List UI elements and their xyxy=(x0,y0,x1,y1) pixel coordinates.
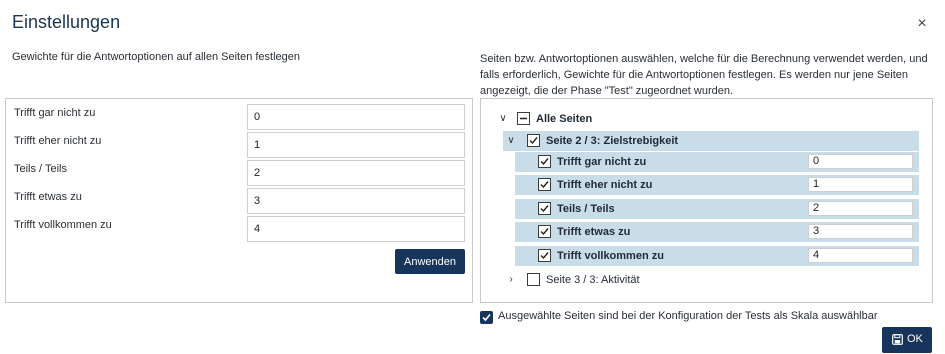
tree-option-row: Trifft vollkommen zu 4 xyxy=(515,246,919,266)
tree-page-label: Seite 3 / 3: Aktivität xyxy=(546,274,640,286)
tree-checkbox-unchecked[interactable] xyxy=(527,273,540,286)
tree-option-row: Trifft eher nicht zu 1 xyxy=(515,175,919,195)
weight-input[interactable] xyxy=(247,188,465,214)
weight-input[interactable] xyxy=(247,216,465,242)
chevron-down-icon[interactable]: ∨ xyxy=(497,109,509,129)
tree-option-label: Trifft gar nicht zu xyxy=(557,156,647,168)
tree-checkbox-checked[interactable] xyxy=(527,134,540,147)
tree-checkbox-checked[interactable] xyxy=(538,202,551,215)
weight-row: Trifft vollkommen zu xyxy=(6,216,472,244)
ok-label: OK xyxy=(907,333,923,345)
tree-option-label: Teils / Teils xyxy=(557,203,615,215)
ok-button[interactable]: OK xyxy=(882,327,932,353)
tree-checkbox-checked[interactable] xyxy=(538,225,551,238)
weight-label: Teils / Teils xyxy=(14,163,67,175)
page-tree-panel: ∨ Alle Seiten ∨ Seite 2 / 3: Zielstrebig… xyxy=(480,98,933,303)
tree-root-row: ∨ Alle Seiten xyxy=(497,109,917,129)
tree-checkbox-indeterminate[interactable] xyxy=(517,112,530,125)
weight-label: Trifft eher nicht zu xyxy=(14,135,102,147)
tree-option-label: Trifft etwas zu xyxy=(557,226,631,238)
save-icon xyxy=(892,334,903,348)
tree-option-weight-input[interactable]: 0 xyxy=(808,154,913,169)
weight-label: Trifft gar nicht zu xyxy=(14,107,96,119)
weights-panel: Trifft gar nicht zu Trifft eher nicht zu… xyxy=(5,98,473,303)
tree-page-row: ∨ Seite 2 / 3: Zielstrebigkeit xyxy=(503,131,919,151)
weight-input[interactable] xyxy=(247,160,465,186)
weight-label: Trifft vollkommen zu xyxy=(14,219,112,231)
scale-checkbox-label: Ausgewählte Seiten sind bei der Konfigur… xyxy=(498,310,878,322)
weight-row: Trifft eher nicht zu xyxy=(6,132,472,160)
tree-option-weight-input[interactable]: 3 xyxy=(808,224,913,239)
scale-checkbox[interactable] xyxy=(480,311,493,324)
weight-row: Trifft etwas zu xyxy=(6,188,472,216)
tree-checkbox-checked[interactable] xyxy=(538,249,551,262)
right-heading: Seiten bzw. Antwortoptionen auswählen, w… xyxy=(480,53,928,97)
tree-checkbox-checked[interactable] xyxy=(538,178,551,191)
tree-option-weight-input[interactable]: 4 xyxy=(808,248,913,263)
chevron-down-icon[interactable]: ∨ xyxy=(505,131,517,151)
left-heading: Gewichte für die Antwortoptionen auf all… xyxy=(12,51,301,63)
tree-page-row: › Seite 3 / 3: Aktivität xyxy=(503,270,919,290)
tree-option-weight-input[interactable]: 2 xyxy=(808,201,913,216)
tree-root-label: Alle Seiten xyxy=(536,113,593,125)
tree-option-weight-input[interactable]: 1 xyxy=(808,177,913,192)
weight-row: Trifft gar nicht zu xyxy=(6,104,472,132)
tree-page-label: Seite 2 / 3: Zielstrebigkeit xyxy=(546,135,679,147)
weight-input[interactable] xyxy=(247,132,465,158)
tree-option-label: Trifft vollkommen zu xyxy=(557,250,664,262)
apply-button[interactable]: Anwenden xyxy=(395,249,465,274)
tree-option-row: Teils / Teils 2 xyxy=(515,199,919,219)
weight-input[interactable] xyxy=(247,104,465,130)
weight-label: Trifft etwas zu xyxy=(14,191,82,203)
tree-option-row: Trifft etwas zu 3 xyxy=(515,222,919,242)
dialog-title: Einstellungen xyxy=(12,12,121,32)
weight-row: Teils / Teils xyxy=(6,160,472,188)
tree-option-row: Trifft gar nicht zu 0 xyxy=(515,152,919,172)
tree-option-label: Trifft eher nicht zu xyxy=(557,179,653,191)
tree-checkbox-checked[interactable] xyxy=(538,155,551,168)
close-icon[interactable]: × xyxy=(912,14,932,34)
chevron-right-icon[interactable]: › xyxy=(505,270,517,290)
